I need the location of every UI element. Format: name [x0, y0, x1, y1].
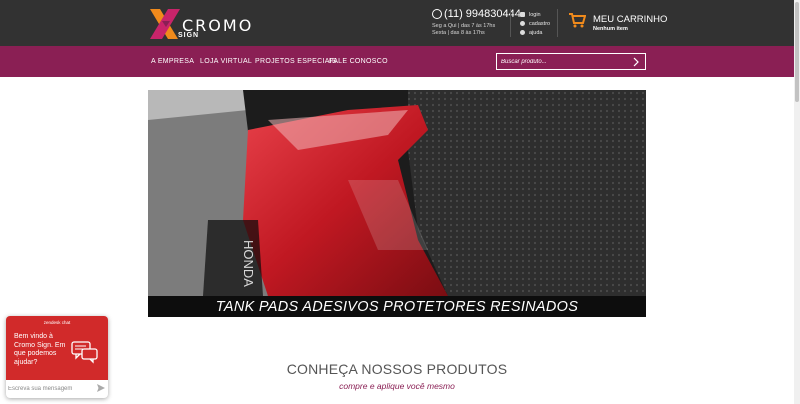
scrollbar-thumb[interactable] [795, 2, 799, 102]
help-icon [520, 30, 525, 35]
account-link-help[interactable]: ajuda [520, 28, 550, 37]
account-link-label: ajuda [529, 29, 543, 36]
hero-caption: TANK PADS ADESIVOS PROTETORES RESINADOS [215, 299, 579, 315]
nav-item-fale-conosco[interactable]: FALE CONOSCO [329, 58, 388, 65]
hero-brand-text: HONDA [241, 240, 256, 287]
cart-status: Nenhum item [593, 26, 628, 32]
header-divider [557, 9, 558, 37]
search-box [496, 53, 646, 70]
page-scrollbar[interactable] [794, 0, 800, 404]
chat-brand: zendesk chat [43, 320, 71, 325]
hero-photo: HONDA [148, 90, 646, 296]
cart-icon [569, 13, 586, 28]
top-header: CROMO SIGN (11) 994830444 Seg a Qui | da… [0, 0, 794, 46]
nav-item-empresa[interactable]: A EMPRESA [151, 58, 194, 65]
chat-widget[interactable]: zendesk chat Bem vindo à Cromo Sign. Em … [6, 316, 108, 398]
section-subtitle: compre e aplique você mesmo [339, 381, 455, 391]
contact-block: (11) 994830444 Seg a Qui | das 7 às 17hs… [432, 8, 521, 39]
account-link-label: cadastro [529, 20, 551, 27]
search-arrow-icon[interactable] [631, 57, 641, 67]
chat-welcome-message: Bem vindo à Cromo Sign. Em que podemos a… [14, 333, 66, 366]
send-icon[interactable] [97, 384, 105, 392]
account-link-register[interactable]: cadastro [520, 19, 550, 28]
login-icon [520, 12, 525, 17]
chat-message-input[interactable] [8, 383, 94, 395]
account-links: login cadastro ajuda [520, 10, 550, 37]
chat-header[interactable]: zendesk chat Bem vindo à Cromo Sign. Em … [6, 316, 108, 380]
opening-hours: Seg a Qui | das 7 às 17hs Sexta | das 8 … [432, 23, 495, 37]
page: CROMO SIGN (11) 994830444 Seg a Qui | da… [0, 0, 800, 404]
hours-line: Seg a Qui | das 7 às 17hs [432, 23, 496, 29]
nav-item-loja-virtual[interactable]: LOJA VIRTUAL [200, 58, 252, 65]
register-icon [520, 21, 525, 26]
header-divider [510, 9, 511, 37]
main-nav: A EMPRESA LOJA VIRTUAL PROJETOS ESPECIAI… [0, 46, 794, 77]
hero-caption-bar: TANK PADS ADESIVOS PROTETORES RESINADOS [148, 296, 646, 317]
account-link-login[interactable]: login [520, 10, 550, 19]
logo-sub-text: SIGN [178, 32, 200, 39]
chat-bubbles-icon [71, 341, 98, 364]
nav-item-projetos-especiais[interactable]: PROJETOS ESPECIAIS [255, 58, 337, 65]
account-link-label: login [529, 11, 541, 18]
cart-widget[interactable]: MEU CARRINHO Nenhum item [568, 12, 667, 38]
hero-banner[interactable]: HONDA TANK PADS ADESIVOS PROTETORES RESI… [148, 90, 646, 317]
hours-line: Sexta | das 8 às 17hs [432, 30, 485, 36]
whatsapp-icon [432, 9, 442, 19]
cart-title: MEU CARRINHO [593, 14, 668, 25]
logo[interactable]: CROMO SIGN [148, 7, 251, 41]
search-input[interactable] [501, 57, 629, 67]
section-title: CONHEÇA NOSSOS PRODUTOS [286, 361, 508, 377]
